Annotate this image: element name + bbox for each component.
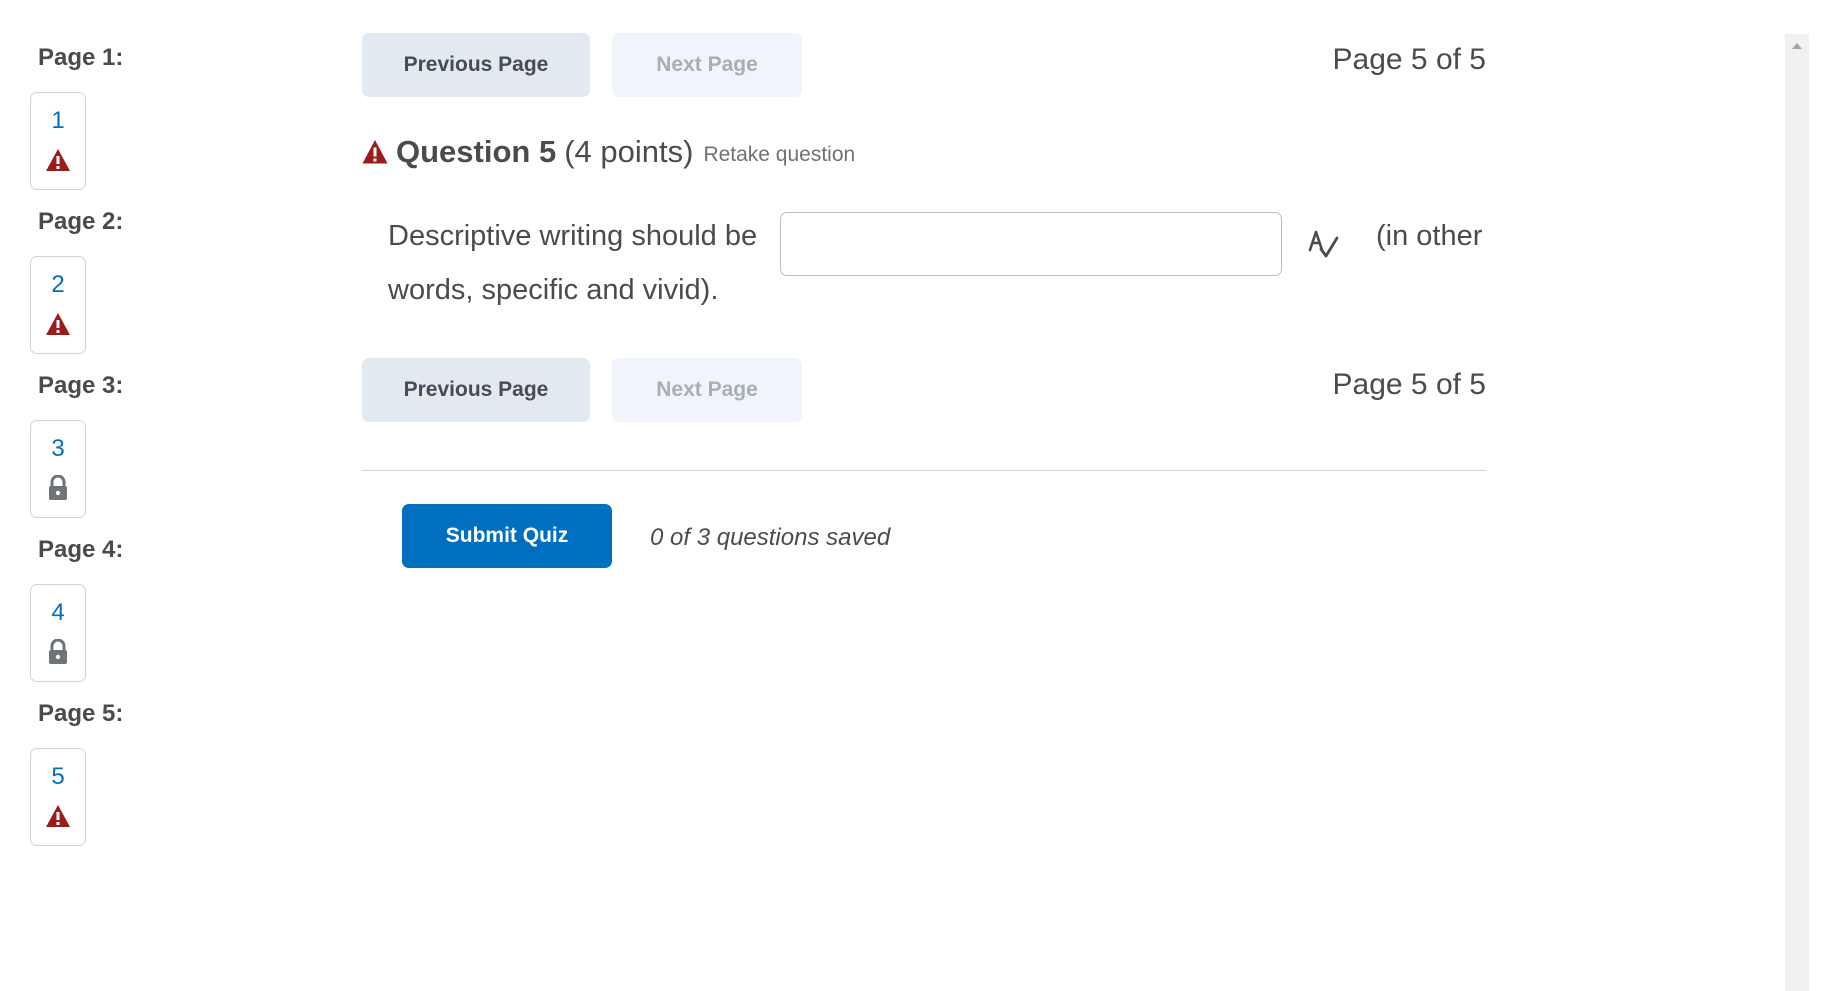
scroll-up-arrow-icon[interactable] xyxy=(1792,43,1802,49)
question-text-after: (in other xyxy=(1376,220,1483,252)
page-label-4: Page 4: xyxy=(38,536,124,563)
page-indicator: Page 5 of 5 xyxy=(1332,43,1486,76)
next-page-button: Next Page xyxy=(612,33,802,97)
divider xyxy=(362,470,1486,471)
question-number: 4 xyxy=(51,599,65,626)
spell-check-icon[interactable] xyxy=(1306,226,1342,262)
vertical-scrollbar[interactable] xyxy=(1785,34,1809,991)
page-label-3: Page 3: xyxy=(38,372,124,399)
question-tile-2[interactable]: 2 xyxy=(30,256,86,354)
question-text-before: Descriptive writing should be xyxy=(388,220,758,252)
question-number: 5 xyxy=(51,763,65,790)
question-tile-4[interactable]: 4 xyxy=(30,584,86,682)
question-line: Descriptive writing should be (in other xyxy=(388,208,1488,276)
question-tile-3[interactable]: 3 xyxy=(30,420,86,518)
question-title: Question 5 xyxy=(396,134,557,169)
question-number: 2 xyxy=(51,271,65,298)
warning-icon xyxy=(31,147,85,175)
top-navigation: Previous Page Next Page Page 5 of 5 xyxy=(362,33,1486,97)
lock-icon xyxy=(31,639,85,667)
page-indicator: Page 5 of 5 xyxy=(1332,368,1486,401)
page-label-2: Page 2: xyxy=(38,208,124,235)
quiz-page: Page 1: 1 Page 2: 2 Page 3: 3 Page 4: 4 xyxy=(0,0,1830,991)
saved-status: 0 of 3 questions saved xyxy=(650,524,891,551)
fill-in-blank-input[interactable] xyxy=(780,212,1282,276)
question-number: 1 xyxy=(51,107,65,134)
previous-page-button[interactable]: Previous Page xyxy=(362,33,590,97)
previous-page-button[interactable]: Previous Page xyxy=(362,358,590,422)
question-text-continued: words, specific and vivid). xyxy=(388,274,719,306)
page-label-1: Page 1: xyxy=(38,44,124,71)
submit-quiz-button[interactable]: Submit Quiz xyxy=(402,504,612,568)
question-tile-1[interactable]: 1 xyxy=(30,92,86,190)
retake-question-link[interactable]: Retake question xyxy=(703,143,855,167)
page-label-5: Page 5: xyxy=(38,700,124,727)
question-number: 3 xyxy=(51,435,65,462)
next-page-button: Next Page xyxy=(612,358,802,422)
question-points: (4 points) xyxy=(564,134,694,169)
warning-icon xyxy=(362,140,388,164)
warning-icon xyxy=(31,311,85,339)
warning-icon xyxy=(31,803,85,831)
question-header: Question 5 (4 points) Retake question xyxy=(362,130,855,174)
lock-icon xyxy=(31,475,85,503)
bottom-navigation: Previous Page Next Page Page 5 of 5 xyxy=(362,358,1486,422)
question-tile-5[interactable]: 5 xyxy=(30,748,86,846)
